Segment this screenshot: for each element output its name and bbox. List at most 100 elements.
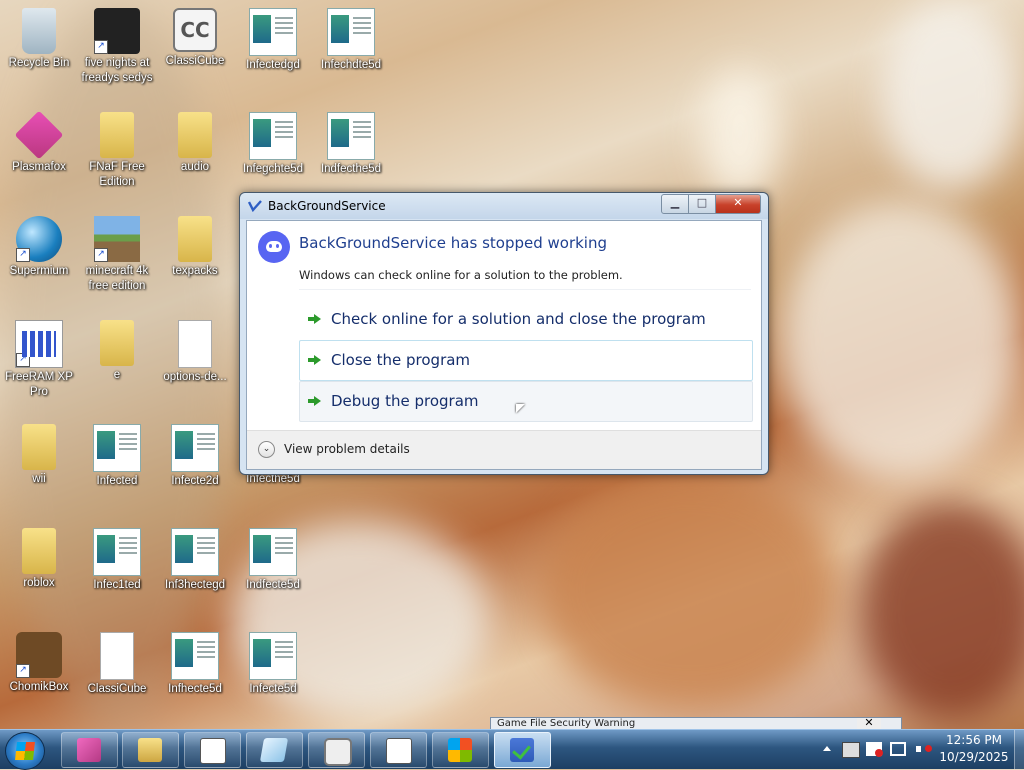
volume-muted-icon[interactable] — [916, 742, 932, 756]
desktop-icon-infechdte5d[interactable]: Infechdte5d — [313, 8, 389, 73]
window-app-icon — [93, 528, 141, 576]
desktop-icon-infecte5d[interactable]: Infecte5d — [235, 632, 311, 697]
wallpaper-angels — [780, 200, 1020, 480]
wallpaper-figure — [860, 500, 1024, 720]
desktop-icon-roblox[interactable]: roblox — [1, 528, 77, 591]
window-app-icon — [171, 632, 219, 680]
taskbar-button-plasmafox[interactable] — [61, 732, 118, 768]
maximize-button[interactable]: □ — [688, 194, 716, 214]
green-arrow-icon — [308, 314, 321, 324]
desktop-icon-label: Infec1ted — [93, 579, 141, 591]
desktop-icon-infectedgd[interactable]: Infectedgd — [235, 8, 311, 73]
desktop-icon-infected[interactable]: Infected — [79, 424, 155, 489]
window-app-icon — [327, 112, 375, 160]
clock-date[interactable]: 10/29/2025 — [938, 750, 1010, 764]
desktop-icon-label: ClassiCube — [165, 55, 225, 67]
app-title-icon — [248, 200, 262, 212]
desktop-icon-fnaf-free-edition[interactable]: FNaF Free Edition — [79, 112, 155, 190]
taskbar-button-windows[interactable] — [432, 732, 489, 768]
desktop-icon-classicube-file[interactable]: ClassiCube — [79, 632, 155, 697]
folder-icon — [178, 216, 212, 262]
desktop-icon-label: Inf3hectegd — [164, 579, 226, 591]
ram-tool-icon: ↗ — [15, 320, 63, 368]
desktop-icon-chomikbox[interactable]: ↗ ChomikBox — [1, 632, 77, 695]
desktop-icon-freeram[interactable]: ↗ FreeRAM XP Pro — [1, 320, 77, 400]
desktop-icon-plasmafox[interactable]: Plasmafox — [1, 110, 77, 175]
desktop-icon-indfecte5d[interactable]: Indfecte5d — [235, 528, 311, 593]
desktop-icon-fnaf-sedys[interactable]: ↗ five nights at freadys sedys — [79, 8, 155, 86]
check-online-button[interactable]: Check online for a solution and close th… — [299, 299, 753, 340]
background-window-close-button[interactable]: ✕ — [857, 718, 881, 729]
plasmafox-icon — [77, 738, 101, 762]
chevron-down-icon[interactable]: ⌄ — [258, 441, 275, 458]
desktop-icon-label: Indfecthe5d — [320, 163, 382, 175]
view-details-link[interactable]: View problem details — [284, 442, 410, 456]
recycle-bin-icon — [22, 8, 56, 54]
taskbar: 12:56 PM 10/29/2025 — [0, 729, 1024, 770]
desktop-icon-label: wii — [32, 473, 46, 485]
file-explorer-icon — [138, 738, 162, 762]
debug-program-button[interactable]: Debug the program — [299, 381, 753, 422]
desktop-icon-infec1ted[interactable]: Infec1ted — [79, 528, 155, 593]
text-file-icon — [178, 320, 212, 368]
taskbar-button-classicube[interactable] — [308, 732, 365, 768]
desktop-icon-label: five nights at freadys sedys — [81, 57, 153, 84]
minimize-button[interactable]: ▁ — [661, 194, 689, 214]
show-hidden-icons-icon[interactable] — [823, 746, 831, 751]
desktop-icon-infecte2d[interactable]: Infecte2d — [157, 424, 233, 489]
desktop-icon-classicube[interactable]: CC ClassiCube — [157, 8, 233, 69]
desktop-icon-label: FNaF Free Edition — [89, 161, 145, 188]
desktop-icon-wii[interactable]: wii — [1, 424, 77, 487]
mouse-cursor-icon — [516, 404, 525, 413]
close-program-button[interactable]: Close the program — [299, 340, 753, 381]
desktop-icon-recycle-bin[interactable]: Recycle Bin — [1, 8, 77, 71]
command-link-label: Close the program — [331, 351, 471, 369]
window-app-icon — [386, 738, 412, 764]
browser-globe-icon: ↗ — [16, 216, 62, 262]
show-desktop-button[interactable] — [1014, 730, 1024, 769]
dialog-body: BackGroundService has stopped working Wi… — [246, 220, 762, 470]
window-app-icon — [249, 8, 297, 56]
desktop-icon-label: FreeRAM XP Pro — [5, 371, 73, 398]
desktop-icon-audio[interactable]: audio — [157, 112, 233, 175]
network-icon[interactable] — [890, 742, 906, 756]
green-arrow-icon — [308, 355, 321, 365]
taskbar-button-explorer[interactable] — [122, 732, 179, 768]
divider — [299, 289, 751, 290]
close-button[interactable]: ✕ — [715, 194, 761, 214]
desktop-icon-infhecte5d[interactable]: Infhecte5d — [157, 632, 233, 697]
desktop-icon-options[interactable]: options-de... — [157, 320, 233, 385]
action-center-icon[interactable] — [866, 742, 883, 757]
error-dialog: BackGroundService ▁ □ ✕ BackGroundServic… — [239, 192, 769, 475]
desktop-icon-label: Supermium — [9, 265, 69, 277]
start-button[interactable] — [5, 732, 45, 770]
wallpaper-figure — [540, 470, 840, 710]
dialog-main-message: BackGroundService has stopped working — [299, 234, 608, 252]
desktop-icon-infegchte5d[interactable]: Infegchte5d — [235, 112, 311, 177]
app-shortcut-icon: ↗ — [94, 8, 140, 54]
desktop-icon-indfecthe5d[interactable]: Indfecthe5d — [313, 112, 389, 177]
desktop-icon-texpacks[interactable]: texpacks — [157, 216, 233, 279]
desktop-icon-label: roblox — [23, 577, 55, 589]
dialog-titlebar[interactable]: BackGroundService ▁ □ ✕ — [240, 193, 768, 219]
taskbar-button-glass[interactable] — [246, 732, 303, 768]
taskbar-button-app[interactable] — [184, 732, 241, 768]
wallpaper-figure — [880, 0, 1020, 190]
desktop-icon-supermium[interactable]: ↗ Supermium — [1, 216, 77, 279]
taskbar-button-app-2[interactable] — [370, 732, 427, 768]
taskbar-button-backgroundservice[interactable] — [494, 732, 551, 768]
desktop-icon-inf3hectegd[interactable]: Inf3hectegd — [157, 528, 233, 593]
discord-logo-icon — [258, 231, 290, 263]
desktop-icon-label: Infecte5d — [249, 683, 297, 695]
clock-time[interactable]: 12:56 PM — [938, 733, 1010, 747]
checkmark-app-icon — [510, 738, 534, 762]
window-app-icon — [249, 112, 297, 160]
desktop-icon-e[interactable]: e — [79, 320, 155, 383]
glass-app-icon — [259, 738, 289, 762]
desktop-icon-minecraft-4k[interactable]: ↗ minecraft 4k free edition — [79, 216, 155, 294]
tray-app-icon[interactable] — [842, 742, 860, 758]
window-app-icon — [249, 632, 297, 680]
shortcut-arrow-icon: ↗ — [16, 353, 30, 367]
desktop-icon-label: Plasmafox — [12, 161, 66, 173]
desktop-icon-label: Infegchte5d — [242, 163, 304, 175]
